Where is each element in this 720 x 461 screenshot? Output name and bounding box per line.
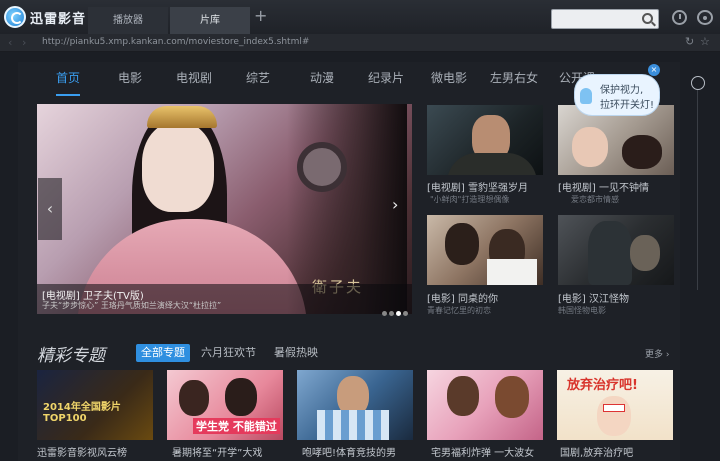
side-item-title[interactable]: [电视剧] 一见不钟情 [558,179,649,194]
poster-text: 学生党 不能错过 [193,418,280,434]
back-arrow-icon[interactable]: ‹ [8,36,12,49]
side-item-sub: "小鲜肉"打造理想偶像 [430,195,510,204]
hero-pagination [380,301,408,320]
thumb-snow-leopard[interactable] [427,105,543,175]
pager-dot[interactable] [389,311,394,316]
tab-movies[interactable]: 电影 [118,70,142,96]
topic-title[interactable]: 暑期将至“开学”大戏 [172,444,262,459]
url-bar: ‹ › http://pianku5.xmp.kankan.com/movies… [0,34,720,52]
side-item-sub: 韩国怪物电影 [558,306,606,315]
tip-close-icon[interactable]: × [648,64,660,76]
topic-title[interactable]: 国剧,放弃治疗吧 [560,444,633,459]
tab-tv-series[interactable]: 电视剧 [176,70,212,96]
search-icon[interactable] [642,13,653,24]
settings-gear-icon[interactable] [697,10,713,25]
tab-library[interactable]: 片库 [170,7,250,34]
poster-back-to-school[interactable]: 学生党 不能错过 [167,370,283,440]
side-item-title[interactable]: [电影] 同桌的你 [427,290,498,305]
favorite-star-icon[interactable]: ☆ [700,35,710,48]
topic-title[interactable]: 迅雷影音影视风云榜 [37,444,127,459]
new-tab-button[interactable]: + [254,6,267,25]
tip-line-1: 保护视力, [600,85,644,96]
thumb-my-old-classmate[interactable] [427,215,543,285]
poster-text: 放弃治疗吧! [567,378,638,393]
section-title: 精彩专题 [37,346,105,366]
chip-summer-hits[interactable]: 暑假热映 [274,344,318,362]
side-item-title[interactable]: [电影] 汉江怪物 [558,290,629,305]
app-name: 迅雷影音 [30,12,87,27]
lamp-pull-ring-icon[interactable] [691,76,705,90]
side-item-sub: 青春记忆里的初恋 [427,306,491,315]
app-logo-icon [4,6,26,28]
tab-player[interactable]: 播放器 [88,7,168,34]
hero-subtitle: 子夫“步步惊心” 王珞丹气质如兰演绎大汉“杜拉拉” [42,301,222,310]
hero-ornament [297,142,347,192]
more-link[interactable]: 更多 › [645,347,669,360]
tab-documentary[interactable]: 纪录片 [368,70,404,96]
tab-male-female[interactable]: 左男右女 [490,70,538,96]
pager-dot[interactable] [403,311,408,316]
hero-prev-arrow-icon[interactable]: ‹ [38,178,62,240]
tab-micro-film[interactable]: 微电影 [431,70,467,96]
poster-sports[interactable] [297,370,413,440]
side-item-title[interactable]: [电视剧] 雪豹坚强岁月 [427,179,528,194]
topic-title[interactable]: 宅男福利炸弹 一大波女 [431,444,534,459]
category-nav: 首页 电影 电视剧 综艺 动漫 纪录片 微电影 左男右女 公开课 [36,70,596,96]
history-clock-icon[interactable] [672,10,687,25]
refresh-icon[interactable]: ↻ [685,35,694,48]
pager-dot[interactable] [382,311,387,316]
poster-xunlei-chart[interactable]: 2014年全国影片TOP100 [37,370,153,440]
tab-anime[interactable]: 动漫 [310,70,334,96]
topic-title[interactable]: 咆哮吧!体育竞技的男 [302,444,396,459]
poster-give-up-treatment[interactable]: 放弃治疗吧! [557,370,673,440]
tab-variety[interactable]: 综艺 [246,70,270,96]
title-bar: 迅雷影音 播放器 片库 + [0,0,720,34]
tab-home[interactable]: 首页 [56,70,81,96]
hero-figure-face [142,122,214,212]
lightbulb-icon [580,88,592,104]
lamp-pull-cord[interactable] [697,90,698,290]
chip-all-topics[interactable]: 全部专题 [136,344,190,362]
hero-next-arrow-icon[interactable]: › [392,195,398,214]
poster-otaku-goddess[interactable] [427,370,543,440]
poster-text: 2014年全国影片TOP100 [43,402,121,424]
url-text[interactable]: http://pianku5.xmp.kankan.com/moviestore… [42,37,309,47]
thumb-han-river-monster[interactable] [558,215,674,285]
side-item-sub: 爱恋都市情感 [571,195,619,204]
hero-crown [147,106,217,128]
forward-arrow-icon[interactable]: › [22,36,26,49]
pager-dot-active[interactable] [396,311,401,316]
tip-line-2: 拉环开关灯! [600,100,655,111]
chip-june-carnival[interactable]: 六月狂欢节 [201,344,256,362]
search-input[interactable] [551,9,659,29]
